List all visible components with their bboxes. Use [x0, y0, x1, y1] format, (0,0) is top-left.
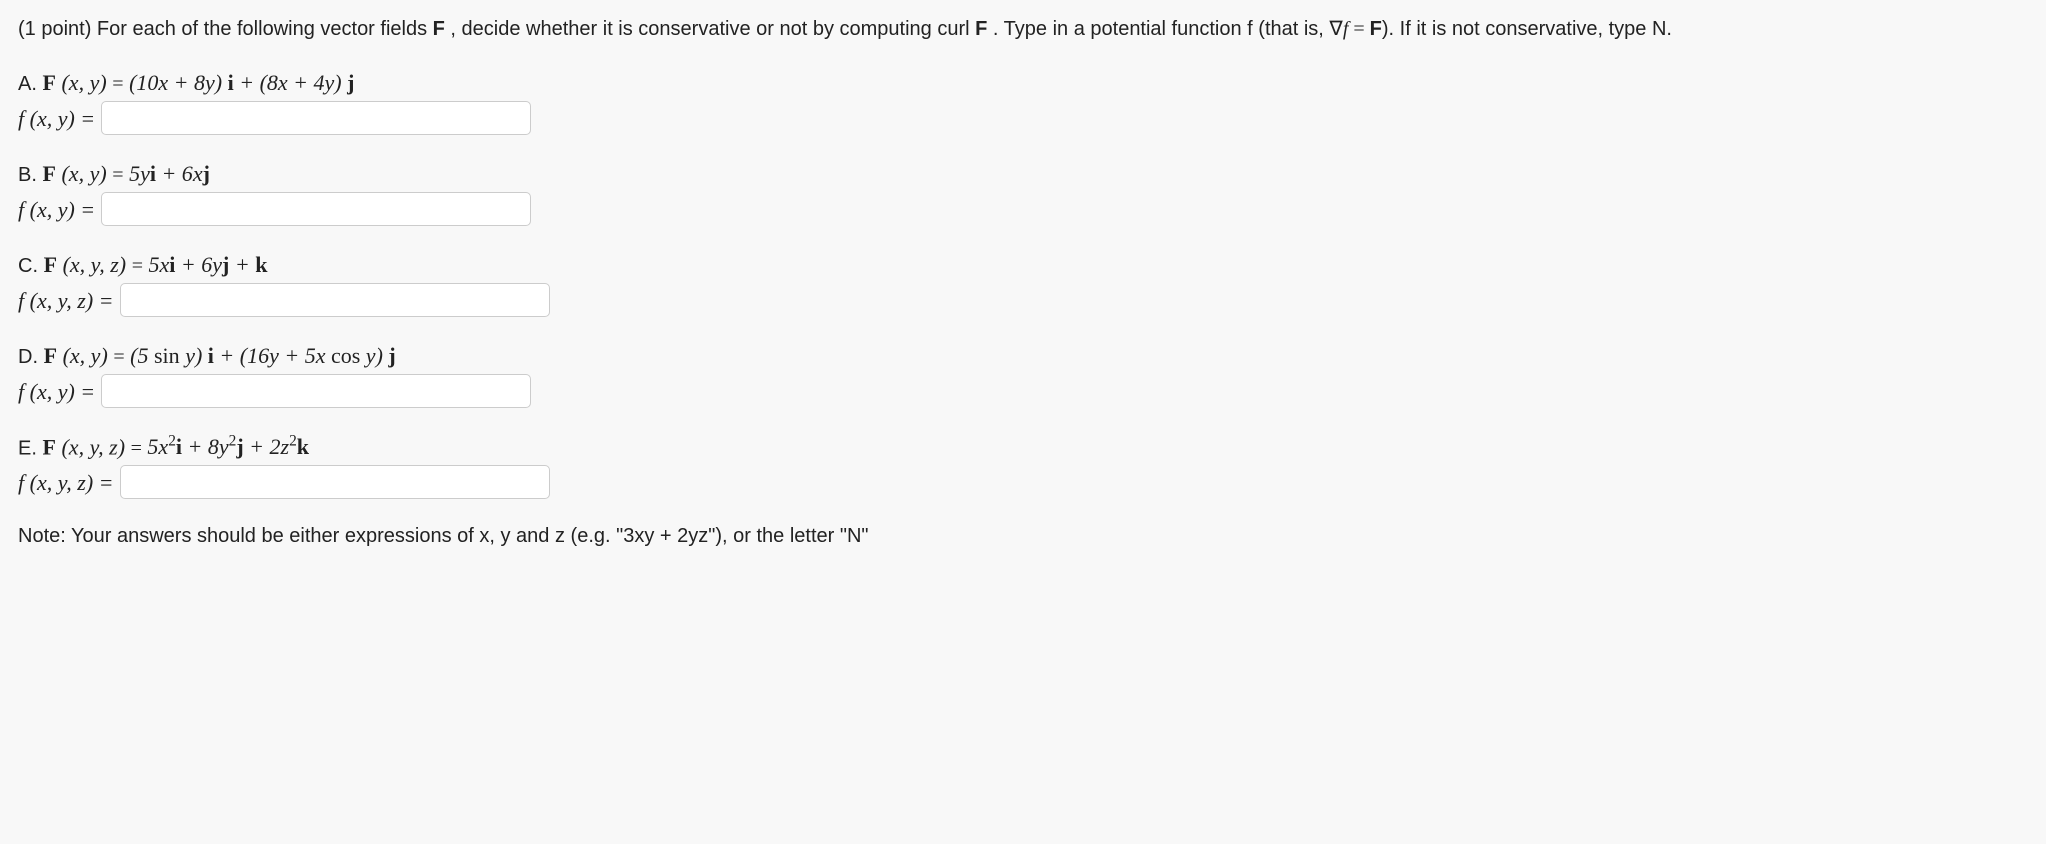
intro-F: F: [433, 18, 445, 40]
part-d-answer-row: f (x, y) =: [18, 374, 2028, 408]
part-letter: C.: [18, 255, 44, 277]
nabla-symbol: ∇: [1329, 18, 1342, 40]
part-d: D. F (x, y) = (5 sin y) i + (16y + 5x co…: [18, 339, 2028, 408]
answer-label: f (x, y, z) =: [18, 466, 114, 499]
intro-F2: F: [975, 18, 987, 40]
part-letter: B.: [18, 164, 42, 186]
part-letter: E.: [18, 437, 42, 459]
answer-label: f (x, y) =: [18, 375, 95, 408]
part-d-equation: D. F (x, y) = (5 sin y) i + (16y + 5x co…: [18, 339, 2028, 372]
intro-segment: . Type in a potential function f (that i…: [987, 18, 1329, 40]
part-d-answer-input[interactable]: [101, 374, 531, 408]
part-b-answer-input[interactable]: [101, 192, 531, 226]
part-b-equation: B. F (x, y) = 5yi + 6xj: [18, 157, 2028, 190]
part-c-answer-row: f (x, y, z) =: [18, 283, 2028, 317]
part-b: B. F (x, y) = 5yi + 6xj f (x, y) =: [18, 157, 2028, 226]
intro-segment: ). If it is not conservative, type N.: [1382, 18, 1672, 40]
note-text: Note: Your answers should be either expr…: [18, 521, 2028, 551]
part-letter: A.: [18, 73, 42, 95]
part-letter: D.: [18, 346, 44, 368]
answer-label: f (x, y) =: [18, 193, 95, 226]
part-e-equation: E. F (x, y, z) = 5x2i + 8y2j + 2z2k: [18, 430, 2028, 463]
answer-label: f (x, y) =: [18, 102, 95, 135]
part-e-answer-row: f (x, y, z) =: [18, 465, 2028, 499]
intro-segment: , decide whether it is conservative or n…: [445, 18, 975, 40]
answer-label: f (x, y, z) =: [18, 284, 114, 317]
part-a: A. F (x, y) = (10x + 8y) i + (8x + 4y) j…: [18, 66, 2028, 135]
intro-F3: F: [1370, 18, 1382, 40]
part-e-answer-input[interactable]: [120, 465, 550, 499]
part-c: C. F (x, y, z) = 5xi + 6yj + k f (x, y, …: [18, 248, 2028, 317]
part-b-answer-row: f (x, y) =: [18, 192, 2028, 226]
part-c-equation: C. F (x, y, z) = 5xi + 6yj + k: [18, 248, 2028, 281]
part-e: E. F (x, y, z) = 5x2i + 8y2j + 2z2k f (x…: [18, 430, 2028, 499]
part-a-answer-row: f (x, y) =: [18, 101, 2028, 135]
part-c-answer-input[interactable]: [120, 283, 550, 317]
part-a-answer-input[interactable]: [101, 101, 531, 135]
intro-text: (1 point) For each of the following vect…: [18, 14, 2028, 44]
intro-segment: (1 point) For each of the following vect…: [18, 18, 433, 40]
intro-eq: =: [1348, 18, 1369, 40]
part-a-equation: A. F (x, y) = (10x + 8y) i + (8x + 4y) j: [18, 66, 2028, 99]
